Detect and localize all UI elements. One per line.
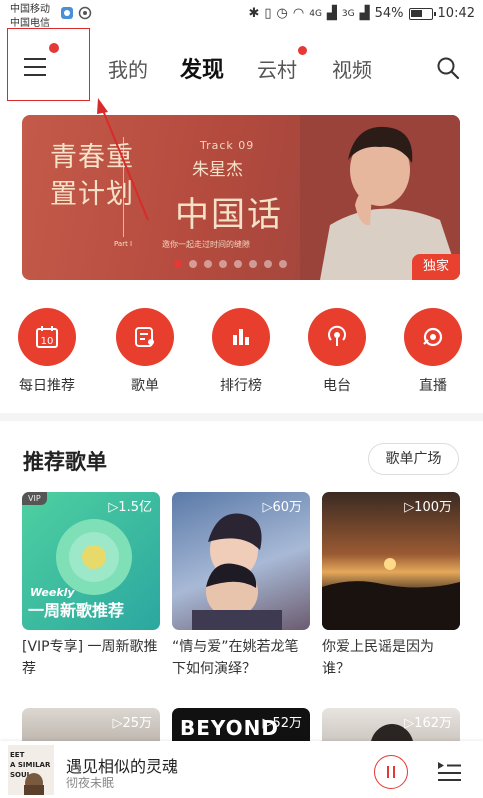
carousel-dot	[279, 260, 287, 268]
banner-subtitle: 邀你一起走过时间的缝隙	[162, 240, 250, 249]
playlist-cover: Weekly 一周新歌推荐 VIP ▷1.5亿	[22, 492, 160, 630]
network-type-1: 4G	[309, 8, 322, 19]
banner-track: Track 09	[200, 139, 255, 152]
playlist-title: 你爱上民谣是因为谁？	[322, 639, 434, 677]
carousel-dot	[234, 260, 242, 268]
radio-label: 电台	[323, 378, 351, 394]
playlist-queue-icon[interactable]	[436, 759, 462, 783]
exclusive-badge: 独家	[412, 254, 460, 280]
annotation-highlight-box	[7, 28, 90, 101]
live-button[interactable]: 直播	[403, 308, 463, 395]
play-count: ▷100万	[404, 500, 452, 515]
banner-part: Part I	[114, 240, 133, 248]
carousel-dot	[219, 260, 227, 268]
banner-song: 中国话	[175, 195, 283, 235]
carousel-indicators	[174, 260, 287, 268]
playlist-title: “情与爱”在姚若龙笔下如何演绎？	[172, 639, 299, 677]
banner-artist: 朱星杰	[192, 160, 243, 180]
playlist-button[interactable]: 歌单	[115, 308, 175, 395]
daily-recommend-button[interactable]: 10 每日推荐	[17, 308, 77, 395]
clock: 10:42	[437, 6, 475, 21]
tab-discover[interactable]: 发现	[180, 52, 224, 84]
vibrate-icon: ▯	[264, 6, 272, 21]
cover-text-weekly-cn: 一周新歌推荐	[28, 601, 124, 620]
banner-carousel[interactable]: 青春重置计划 Part I Track 09 朱星杰 中国话 邀你一起走过时间的…	[22, 115, 460, 280]
pause-button[interactable]	[374, 755, 408, 789]
section-divider	[0, 413, 483, 421]
playlist-cover: ▷60万	[172, 492, 310, 630]
battery-percent: 54%	[374, 6, 404, 21]
signal-icon-2: ▟	[359, 6, 370, 21]
carrier-1: 中国移动	[10, 4, 50, 15]
chart-button[interactable]: 排行榜	[211, 308, 271, 395]
playlist-label: 歌单	[131, 378, 159, 394]
playlist-title: [VIP专享] 一周新歌推荐	[22, 639, 158, 677]
recommend-title: 推荐歌单	[23, 450, 107, 474]
radio-button[interactable]: 电台	[307, 308, 367, 395]
playlist-icon	[116, 308, 174, 366]
playlist-card[interactable]: ▷100万 你爱上民谣是因为谁？	[322, 492, 460, 680]
carousel-dot	[174, 260, 182, 268]
play-count: ▷1.5亿	[108, 500, 152, 515]
cover-text-weekly: Weekly	[30, 586, 75, 599]
alarm-icon: ◷	[276, 6, 288, 21]
playlist-square-button[interactable]: 歌单广场	[368, 443, 459, 475]
play-count: ▷25万	[112, 716, 152, 731]
menu-notification-dot	[49, 43, 59, 53]
play-count: ▷60万	[262, 500, 302, 515]
radio-icon	[308, 308, 366, 366]
battery-icon	[408, 7, 436, 20]
mini-player[interactable]: EET A SIMILAR SOUL 遇见相似的灵魂 彻夜未眠	[0, 741, 483, 798]
svg-text:A SIMILAR: A SIMILAR	[10, 761, 51, 769]
play-count: ▷52万	[262, 716, 302, 731]
bluetooth-icon: ✱	[248, 6, 260, 21]
carousel-dot	[189, 260, 197, 268]
cloud-village-dot	[298, 46, 307, 55]
carousel-dot	[249, 260, 257, 268]
chart-label: 排行榜	[220, 378, 262, 394]
carousel-dot	[264, 260, 272, 268]
playlist-card[interactable]: ▷60万 “情与爱”在姚若龙笔下如何演绎？	[172, 492, 310, 680]
now-playing-artist: 彻夜未眠	[66, 776, 115, 790]
vip-badge: VIP	[22, 492, 47, 505]
banner-divider	[123, 137, 124, 237]
search-icon[interactable]	[436, 56, 460, 80]
playlist-cover: ▷100万	[322, 492, 460, 630]
svg-text:EET: EET	[10, 751, 25, 759]
tab-mine[interactable]: 我的	[108, 54, 148, 83]
album-art: EET A SIMILAR SOUL	[8, 745, 54, 795]
app-notification-icon	[61, 7, 73, 19]
calendar-icon: 10	[18, 308, 76, 366]
tab-cloud-village[interactable]: 云村	[257, 54, 297, 83]
network-type-2: 3G	[341, 8, 355, 19]
calendar-day: 10	[41, 336, 54, 347]
play-count: ▷162万	[404, 716, 452, 731]
netease-notification-icon	[78, 6, 92, 20]
playlist-card[interactable]: Weekly 一周新歌推荐 VIP ▷1.5亿 [VIP专享] 一周新歌推荐	[22, 492, 160, 680]
banner-left-title: 青春重置计划	[50, 142, 134, 210]
daily-recommend-label: 每日推荐	[19, 378, 75, 394]
carousel-dot	[204, 260, 212, 268]
wifi-icon: ◠	[292, 6, 305, 21]
signal-icon: ▟	[326, 6, 337, 21]
live-icon	[404, 308, 462, 366]
menu-icon[interactable]	[24, 58, 46, 76]
tab-video[interactable]: 视频	[332, 54, 372, 83]
live-label: 直播	[419, 378, 447, 394]
chart-icon	[212, 308, 270, 366]
